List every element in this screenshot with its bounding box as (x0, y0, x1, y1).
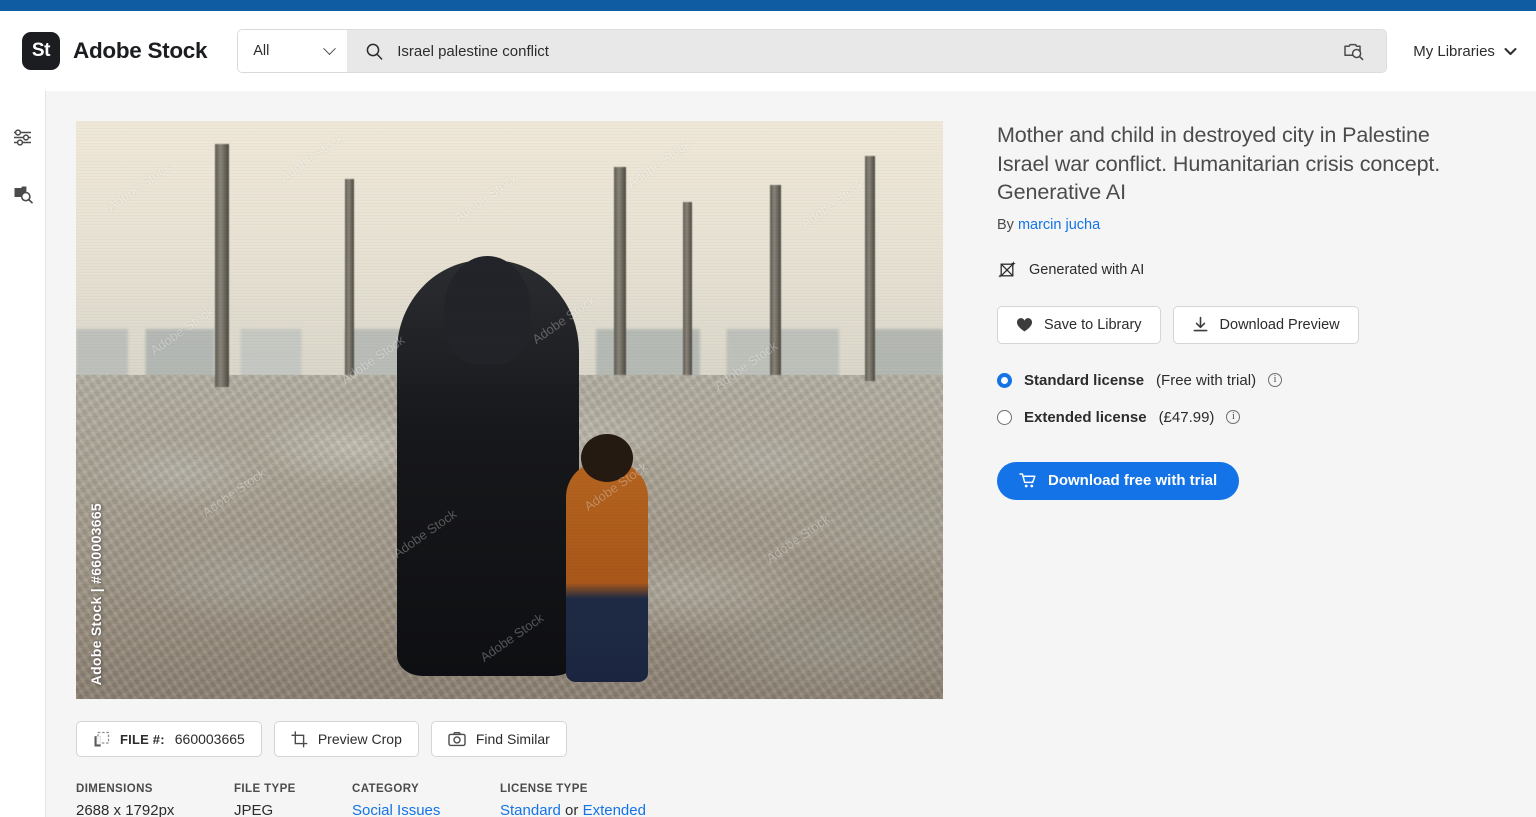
image-figure-child (565, 433, 649, 682)
standard-license-name: Standard license (1024, 371, 1145, 389)
meta-dimensions-label: DIMENSIONS (76, 783, 153, 795)
extended-license-price: (£47.99) (1158, 408, 1215, 426)
page-shell: Adobe Stock Adobe Stock Adobe Stock Adob… (0, 91, 1536, 817)
ai-sparkle-icon (997, 260, 1017, 280)
search-input[interactable]: Israel palestine conflict (347, 29, 1388, 73)
find-similar-button[interactable]: Find Similar (430, 721, 567, 757)
image-pillar (613, 167, 626, 376)
meta-license-type-label: LICENSE TYPE (500, 783, 588, 795)
meta-file-type-value: JPEG (234, 802, 274, 817)
main-content: Adobe Stock Adobe Stock Adobe Stock Adob… (46, 91, 1536, 817)
camera-search-icon[interactable] (1332, 33, 1376, 69)
image-pillar (864, 155, 876, 382)
search-scope-dropdown[interactable]: All (237, 29, 348, 73)
left-rail (0, 91, 46, 817)
asset-preview-column: Adobe Stock Adobe Stock Adobe Stock Adob… (76, 121, 943, 817)
asset-preview-image[interactable]: Adobe Stock Adobe Stock Adobe Stock Adob… (76, 121, 943, 699)
meta-file-type-label: FILE TYPE (234, 783, 296, 795)
browser-chrome-bar (0, 0, 1536, 11)
license-options: Standard license (Free with trial) i Ext… (997, 372, 1463, 426)
save-to-library-button[interactable]: Save to Library (997, 305, 1161, 344)
image-pillar (682, 201, 692, 376)
standard-license-link[interactable]: Standard (500, 802, 561, 817)
download-preview-button[interactable]: Download Preview (1172, 305, 1359, 344)
meta-file-type: FILE TYPE JPEG (234, 783, 314, 817)
radio-extended-license[interactable] (997, 409, 1012, 425)
license-option-standard[interactable]: Standard license (Free with trial) i (997, 372, 1463, 389)
meta-category: CATEGORY Social Issues (352, 783, 462, 817)
find-similar-label: Find Similar (475, 731, 550, 747)
file-number-button[interactable]: FILE #: 660003665 (76, 721, 262, 757)
search-scope-label: All (253, 43, 270, 59)
chevron-down-icon (1504, 47, 1517, 56)
meta-category-label: CATEGORY (352, 783, 420, 795)
license-option-extended[interactable]: Extended license (£47.99) i (997, 409, 1463, 426)
meta-dimensions: DIMENSIONS 2688 x 1792px (76, 783, 196, 817)
image-pillar (769, 184, 781, 376)
header-right-actions: My Libraries (1413, 43, 1517, 60)
file-number-value: 660003665 (174, 731, 245, 747)
byline: By marcin jucha (997, 217, 1463, 233)
my-libraries-menu[interactable]: My Libraries (1413, 43, 1517, 60)
license-or-separator: or (560, 802, 583, 817)
download-cta-label: Download free with trial (1048, 472, 1218, 490)
file-stack-icon (93, 731, 110, 748)
extended-license-name: Extended license (1024, 408, 1147, 426)
search-bar: All Israel palestine conflict (237, 29, 1388, 73)
generated-with-ai-label: Generated with AI (1029, 261, 1145, 278)
image-pillar (344, 178, 355, 376)
filter-sliders-icon[interactable] (7, 121, 39, 153)
byline-prefix: By (997, 216, 1018, 233)
save-to-library-label: Save to Library (1044, 316, 1142, 333)
image-figure-mother (396, 255, 579, 676)
file-number-label: FILE #: (120, 731, 165, 747)
image-pillar (214, 144, 229, 387)
generated-with-ai-badge: Generated with AI (997, 260, 1463, 280)
adobe-stock-logo-mark: St (22, 32, 60, 70)
meta-dimensions-value: 2688 x 1792px (76, 802, 175, 817)
brand-logo[interactable]: St Adobe Stock (22, 32, 208, 70)
asset-action-bar: FILE #: 660003665 Preview Crop Find Simi… (76, 721, 943, 757)
preview-crop-button[interactable]: Preview Crop (273, 721, 419, 757)
search-icon (365, 42, 384, 61)
camera-icon (448, 731, 466, 747)
info-icon[interactable]: i (1226, 410, 1241, 425)
search-input-value: Israel palestine conflict (397, 42, 549, 60)
heart-icon (1016, 317, 1033, 333)
asset-detail-column: Mother and child in destroyed city in Pa… (943, 121, 1503, 817)
download-icon (1192, 316, 1209, 333)
my-libraries-label: My Libraries (1413, 42, 1495, 60)
shopping-cart-icon (1019, 472, 1037, 489)
crop-icon (291, 730, 308, 748)
category-link[interactable]: Social Issues (352, 802, 440, 817)
asset-cta-row: Save to Library Download Preview (997, 305, 1463, 344)
adobe-stock-wordmark: Adobe Stock (73, 38, 208, 63)
radio-standard-license[interactable] (997, 372, 1012, 388)
asset-metadata: DIMENSIONS 2688 x 1792px FILE TYPE JPEG … (76, 783, 943, 817)
chevron-down-icon (323, 41, 337, 55)
visual-search-icon[interactable] (7, 178, 39, 210)
download-free-with-trial-button[interactable]: Download free with trial (997, 461, 1240, 500)
standard-license-price: (Free with trial) (1156, 371, 1257, 389)
page-title: Mother and child in destroyed city in Pa… (997, 123, 1441, 205)
extended-license-link[interactable]: Extended (583, 802, 646, 817)
download-preview-label: Download Preview (1219, 316, 1340, 333)
meta-license-type: LICENSE TYPE Standard or Extended (500, 783, 646, 817)
info-icon[interactable]: i (1268, 373, 1283, 388)
author-link[interactable]: marcin jucha (1018, 217, 1100, 233)
preview-crop-label: Preview Crop (317, 731, 402, 747)
site-header: St Adobe Stock All Israel palestine conf… (0, 11, 1536, 91)
